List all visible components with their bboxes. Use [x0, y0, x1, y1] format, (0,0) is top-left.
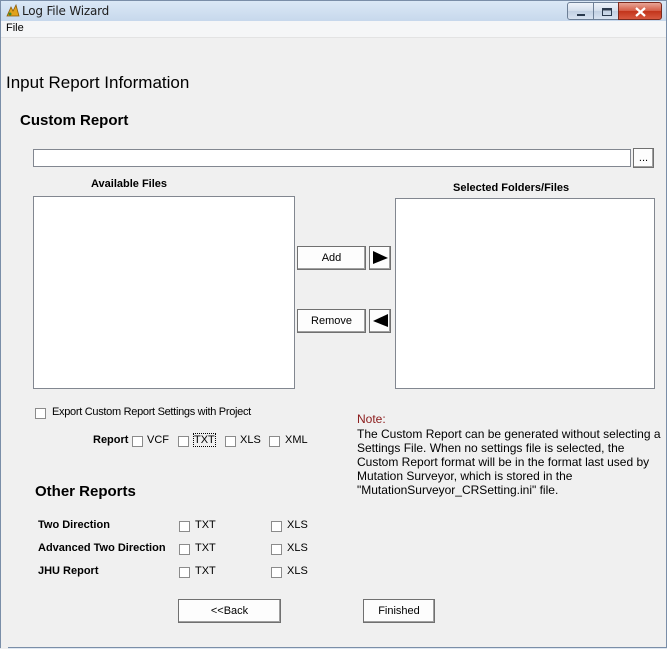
- minimize-button[interactable]: [567, 2, 594, 20]
- back-button[interactable]: <<Back: [178, 599, 281, 623]
- note-body: The Custom Report can be generated witho…: [357, 427, 661, 497]
- left-strip: [1, 39, 8, 649]
- two-direction-xls-checkbox[interactable]: [271, 521, 282, 532]
- jhu-report-txt-label: TXT: [195, 565, 216, 577]
- two-direction-txt-label: TXT: [195, 519, 216, 531]
- selected-files-list[interactable]: [395, 198, 655, 389]
- report-txt-checkbox[interactable]: [178, 436, 189, 447]
- available-files-label: Available Files: [91, 178, 168, 190]
- page-title: Input Report Information: [6, 73, 190, 92]
- report-vcf-checkbox[interactable]: [132, 436, 143, 447]
- report-path-input[interactable]: [33, 149, 631, 167]
- selected-files-label: Selected Folders/Files: [453, 182, 570, 194]
- window-title: Log File Wizard: [22, 4, 110, 18]
- title-bar[interactable]: Log File Wizard: [1, 1, 666, 21]
- report-xls-label: XLS: [240, 434, 261, 446]
- advanced-two-direction-label: Advanced Two Direction: [38, 542, 166, 554]
- maximize-icon: [602, 8, 612, 16]
- advanced-two-direction-txt-label: TXT: [195, 542, 216, 554]
- export-settings-checkbox[interactable]: [35, 408, 46, 419]
- menu-file[interactable]: File: [6, 22, 24, 34]
- arrow-left-icon: [373, 314, 388, 327]
- window-controls: [567, 2, 662, 20]
- report-vcf-label: VCF: [147, 434, 169, 446]
- maximize-button[interactable]: [593, 2, 619, 20]
- advanced-two-direction-xls-label: XLS: [287, 542, 308, 554]
- jhu-report-txt-checkbox[interactable]: [179, 567, 190, 578]
- add-button[interactable]: Add: [297, 246, 366, 270]
- report-txt-label: TXT: [193, 433, 216, 447]
- remove-button[interactable]: Remove: [297, 309, 366, 333]
- advanced-two-direction-xls-checkbox[interactable]: [271, 544, 282, 555]
- menu-bar: File: [1, 21, 666, 38]
- close-icon: [635, 7, 646, 17]
- report-xml-checkbox[interactable]: [269, 436, 280, 447]
- two-direction-label: Two Direction: [38, 519, 110, 531]
- wizard-window: Log File Wizard File Input Report Inform…: [0, 0, 667, 649]
- custom-report-heading: Custom Report: [20, 112, 129, 129]
- advanced-two-direction-txt-checkbox[interactable]: [179, 544, 190, 555]
- add-arrow-button[interactable]: [369, 246, 391, 270]
- export-settings-label: Export Custom Report Settings with Proje…: [52, 406, 251, 418]
- jhu-report-label: JHU Report: [38, 565, 99, 577]
- other-reports-heading: Other Reports: [35, 483, 136, 500]
- minimize-icon: [577, 14, 585, 16]
- app-icon: [6, 4, 20, 17]
- report-xls-checkbox[interactable]: [225, 436, 236, 447]
- close-button[interactable]: [618, 2, 662, 20]
- arrow-right-icon: [373, 251, 388, 264]
- jhu-report-xls-checkbox[interactable]: [271, 567, 282, 578]
- two-direction-txt-checkbox[interactable]: [179, 521, 190, 532]
- report-label: Report: [93, 434, 129, 446]
- two-direction-xls-label: XLS: [287, 519, 308, 531]
- report-xml-label: XML: [285, 434, 308, 446]
- finished-button[interactable]: Finished: [363, 599, 435, 623]
- browse-button[interactable]: ...: [633, 148, 654, 168]
- note-title: Note:: [357, 412, 386, 426]
- available-files-list[interactable]: [33, 196, 295, 389]
- remove-arrow-button[interactable]: [369, 309, 391, 333]
- jhu-report-xls-label: XLS: [287, 565, 308, 577]
